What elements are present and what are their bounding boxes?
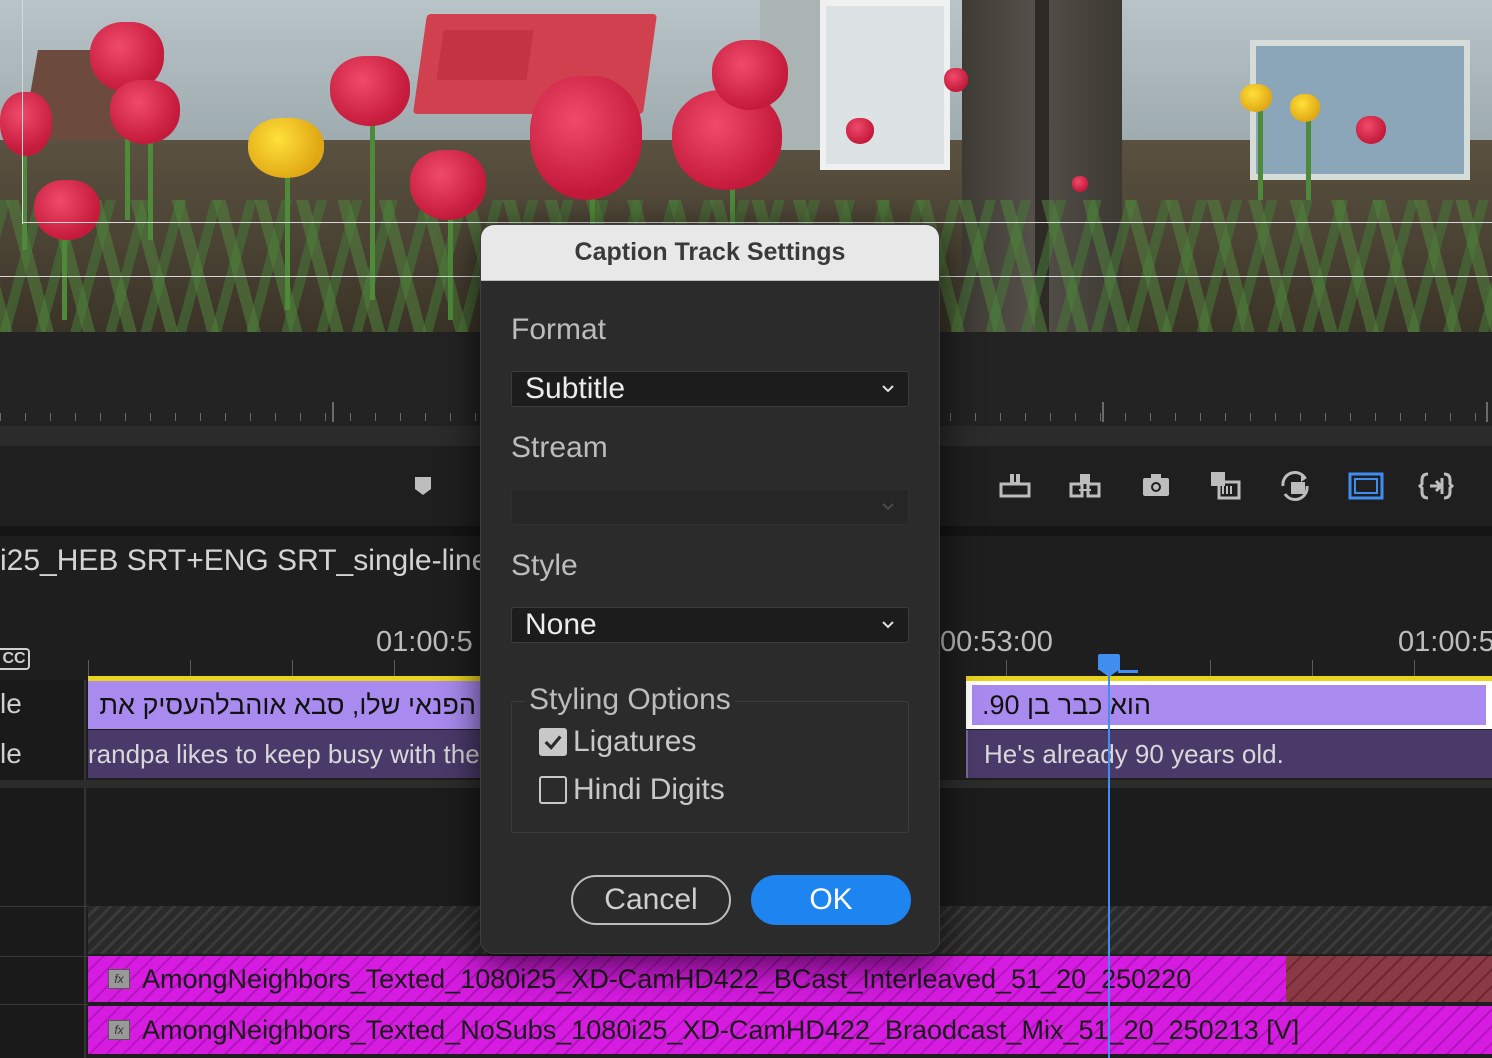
video-clip-name: AmongNeighbors_Texted_1080i25_XD-CamHD42…: [142, 963, 1192, 994]
caption-track-settings-dialog: Caption Track Settings Format Subtitle S…: [480, 224, 940, 954]
safe-margins-icon[interactable]: [1346, 466, 1386, 506]
trim-icon[interactable]: [1416, 466, 1456, 506]
hindi-digits-option[interactable]: Hindi Digits: [539, 773, 725, 807]
styling-options-label: Styling Options: [525, 683, 735, 717]
tulip: [530, 76, 642, 200]
tulip: [248, 118, 324, 178]
tulip: [1072, 176, 1088, 192]
caption-clip-hebrew[interactable]: הפנאי שלו, סבא אוהבלהעסיק את: [88, 681, 480, 729]
video-clip[interactable]: fx AmongNeighbors_Texted_NoSubs_1080i25_…: [88, 1006, 1492, 1054]
tulip: [34, 180, 100, 240]
ruler-major-tick: [332, 402, 334, 422]
hindi-digits-label: Hindi Digits: [573, 773, 725, 806]
caption-clip-english[interactable]: randpa likes to keep busy with the: [88, 730, 480, 778]
sequence-name[interactable]: i25_HEB SRT+ENG SRT_single-line: [0, 544, 488, 578]
tulip: [1290, 94, 1320, 122]
playhead-indicator: [1118, 670, 1138, 673]
stream-select[interactable]: [511, 489, 909, 525]
video-clip[interactable]: fx AmongNeighbors_Texted_1080i25_XD-CamH…: [88, 956, 1286, 1002]
format-label: Format: [511, 313, 607, 346]
preview-panel: [436, 30, 534, 80]
playhead-handle[interactable]: [1098, 654, 1120, 670]
tulip-stem: [1306, 120, 1311, 200]
dialog-titlebar[interactable]: Caption Track Settings: [481, 225, 939, 281]
tulip-stem: [285, 160, 290, 310]
tulip: [1240, 84, 1272, 112]
timecode-label: 00:53:00: [940, 626, 1053, 658]
add-marker-icon[interactable]: [414, 476, 432, 496]
ligatures-option[interactable]: Ligatures: [539, 725, 696, 759]
video-clip-tail[interactable]: [1286, 956, 1492, 1002]
cancel-button[interactable]: Cancel: [571, 875, 731, 925]
tulip: [330, 56, 410, 126]
tulip: [0, 92, 52, 156]
tulip: [712, 40, 788, 110]
tulip: [110, 80, 180, 144]
caption-clip-hebrew[interactable]: .90 הוא כבר בן: [966, 681, 1492, 729]
tulip: [846, 118, 874, 144]
lift-icon[interactable]: [995, 466, 1035, 506]
export-frame-icon[interactable]: [1136, 466, 1176, 506]
caption-clip-hebrew-text: .90 הוא כבר בן: [972, 685, 1486, 725]
captions-badge[interactable]: CC: [0, 648, 30, 670]
caption-clip-english[interactable]: He's already 90 years old.: [966, 730, 1492, 778]
track-separator: [0, 906, 88, 907]
chevron-down-icon: [882, 503, 894, 511]
ligatures-checkbox[interactable]: [539, 728, 567, 756]
track-label[interactable]: le: [0, 688, 22, 720]
tulip: [944, 68, 968, 92]
hindi-digits-checkbox[interactable]: [539, 776, 567, 804]
ruler-major-tick: [1486, 402, 1488, 422]
tulip: [1356, 116, 1386, 144]
playhead-tip: [1098, 669, 1120, 677]
style-label: Style: [511, 549, 578, 582]
safe-margin-line: [22, 222, 1492, 223]
track-separator: [0, 1004, 88, 1005]
video-clip-name: AmongNeighbors_Texted_NoSubs_1080i25_XD-…: [142, 1014, 1300, 1045]
insert-icon[interactable]: [1205, 466, 1245, 506]
tulip-stem: [370, 100, 375, 300]
preview-window: [820, 0, 950, 170]
ligatures-label: Ligatures: [573, 725, 697, 758]
style-value: None: [525, 608, 597, 641]
extract-icon[interactable]: [1065, 466, 1105, 506]
overwrite-icon[interactable]: [1275, 466, 1315, 506]
timecode-label: 01:00:5: [376, 626, 473, 658]
ok-button[interactable]: OK: [751, 875, 911, 925]
track-separator: [0, 956, 88, 957]
format-select[interactable]: Subtitle: [511, 371, 909, 407]
playhead-line[interactable]: [1108, 668, 1110, 1058]
chevron-down-icon: [882, 621, 894, 629]
preview-window: [1250, 40, 1470, 180]
tulip: [410, 150, 486, 220]
safe-margin-line: [22, 0, 23, 224]
style-select[interactable]: None: [511, 607, 909, 643]
fx-icon: fx: [108, 1020, 130, 1040]
chevron-down-icon: [882, 385, 894, 393]
format-value: Subtitle: [525, 372, 626, 405]
styling-options-group: [511, 701, 909, 833]
track-header-column: [0, 680, 86, 1058]
tulip-stem: [1258, 110, 1263, 200]
dialog-title: Caption Track Settings: [574, 238, 846, 266]
checkmark-icon: [544, 735, 562, 750]
stream-label: Stream: [511, 431, 608, 464]
track-label[interactable]: le: [0, 738, 22, 770]
timecode-label: 01:00:5: [1398, 626, 1492, 658]
fx-icon: fx: [108, 969, 130, 989]
ruler-major-tick: [1102, 402, 1104, 422]
